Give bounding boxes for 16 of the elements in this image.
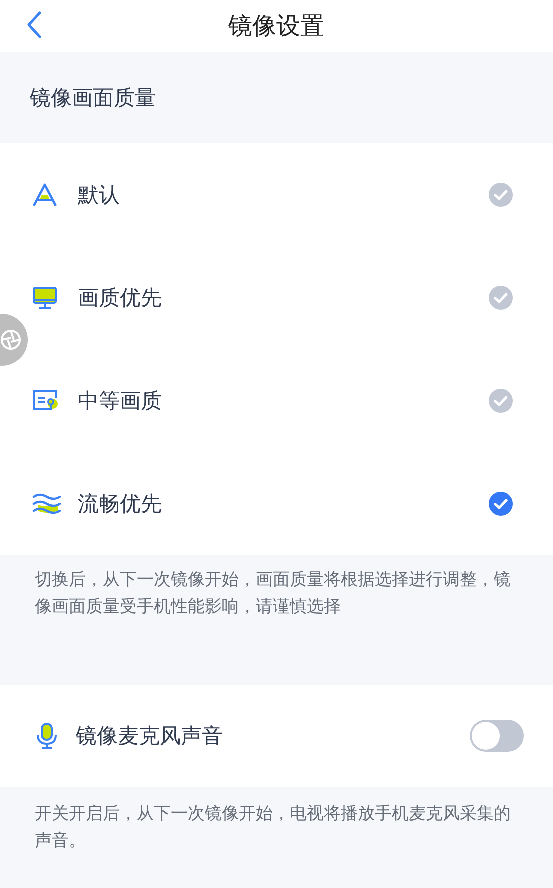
waves-icon [32, 492, 62, 516]
quality-option[interactable]: 默认 [0, 143, 553, 246]
microphone-label: 镜像麦克风声音 [76, 723, 224, 750]
quality-option[interactable]: 画质优先 [0, 246, 553, 349]
letter-a-icon [32, 182, 58, 208]
aperture-icon [0, 329, 22, 351]
toggle-switch[interactable] [470, 720, 524, 752]
quality-option[interactable]: 流畅优先 [0, 452, 553, 555]
section-title: 镜像画面质量 [30, 84, 156, 112]
certificate-icon [32, 388, 60, 412]
page-title: 镜像设置 [228, 11, 324, 42]
monitor-icon [32, 286, 58, 310]
note-text: 切换后，从下一次镜像开始，画面质量将根据选择进行调整，镜像画面质量受手机性能影响，请谨慎选择 [35, 570, 511, 617]
quality-option[interactable]: 中等画质 [0, 349, 553, 452]
note-text: 开关开启后，从下一次镜像开始，电视将播放手机麦克风采集的声音。 [35, 804, 511, 851]
back-icon[interactable] [26, 11, 42, 39]
